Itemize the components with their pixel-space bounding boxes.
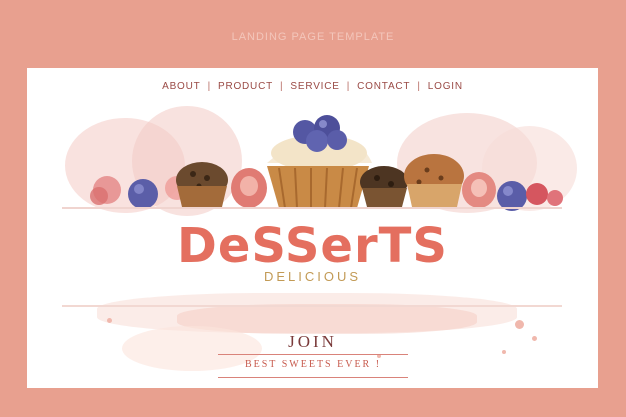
bottom-divider (62, 305, 562, 307)
landing-card: ABOUT | PRODUCT | SERVICE | CONTACT | LOGIN (27, 68, 598, 388)
tagline: BEST SWEETS EVER ! (244, 359, 382, 370)
paint-dot (107, 318, 112, 323)
blueberry-left (128, 179, 158, 209)
hero-title: DeSSerTS (177, 218, 448, 274)
paint-dot (515, 320, 524, 329)
raspberry-right (526, 183, 563, 206)
top-divider (62, 207, 562, 209)
hero-subtitle: DELICIOUS (263, 269, 362, 284)
blueberry-cupcake (267, 115, 372, 209)
chocolate-muffin-left (176, 162, 228, 207)
join-button[interactable]: JOIN (27, 332, 598, 352)
strawberry-right (462, 172, 496, 208)
brown-muffin (404, 154, 464, 207)
desserts-illustration (90, 115, 563, 211)
template-label: LANDING PAGE TEMPLATE (231, 31, 395, 43)
tagline-frame: BEST SWEETS EVER ! (218, 354, 408, 378)
chocolate-muffin-right (360, 166, 408, 207)
strawberry-left (231, 168, 267, 208)
